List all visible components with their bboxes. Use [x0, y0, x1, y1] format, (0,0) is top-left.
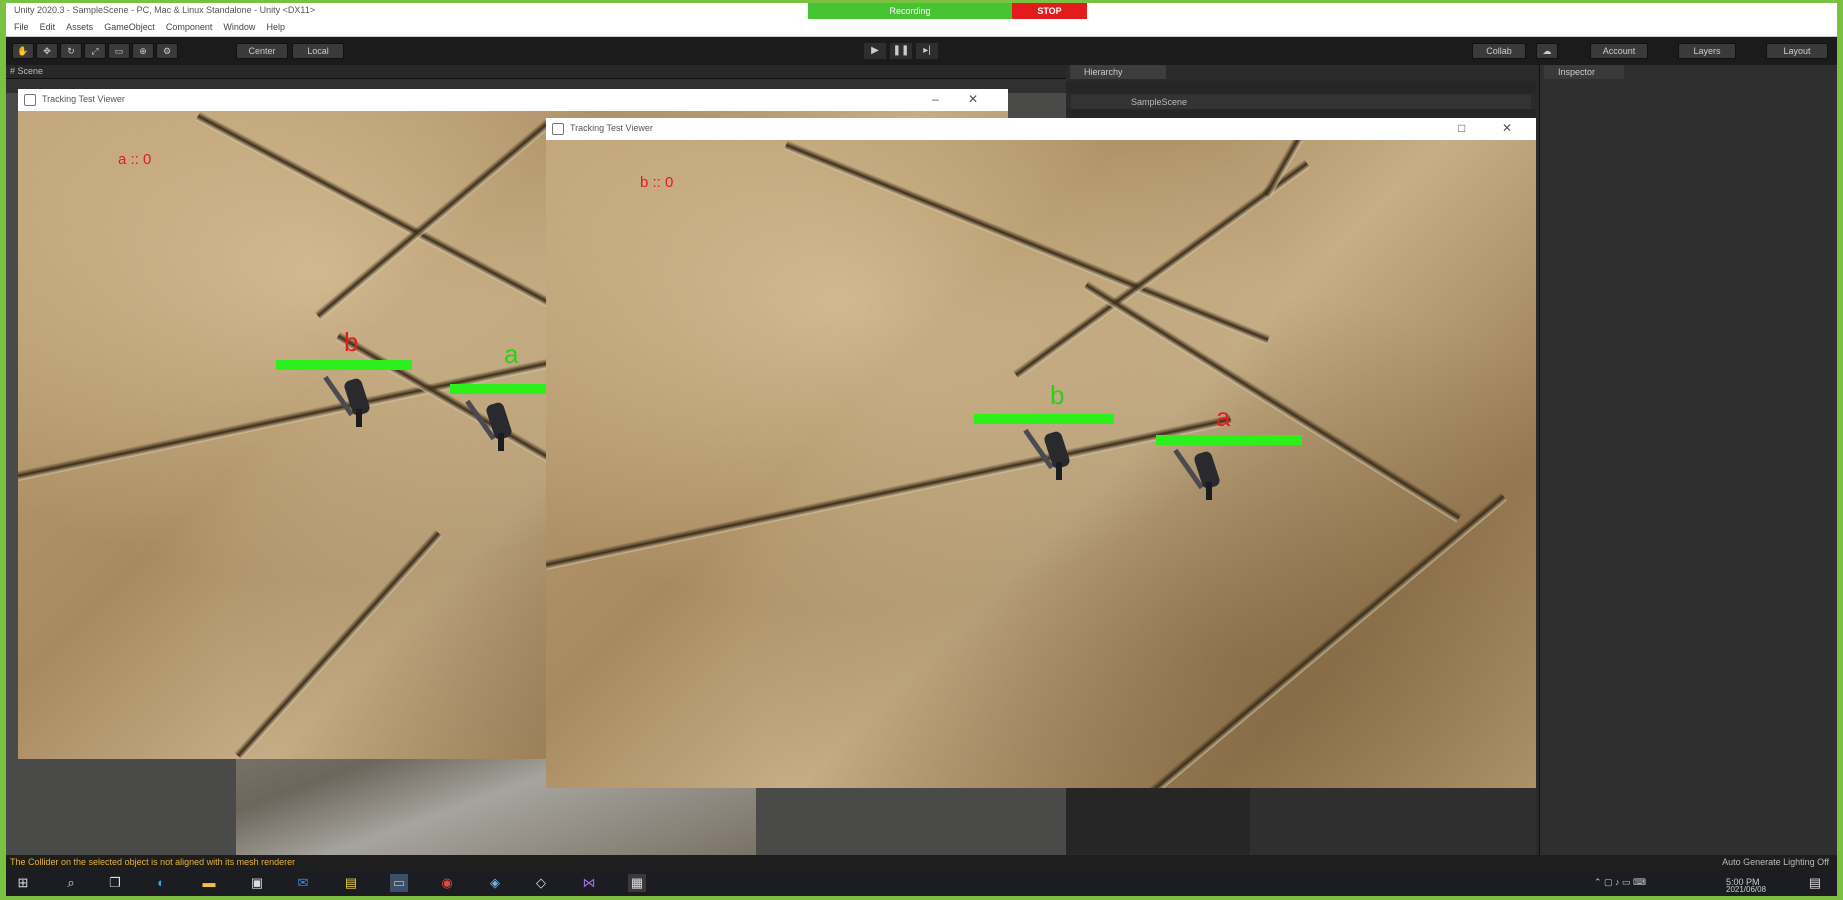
tray-icons[interactable]: ⌃ ▢ ♪ ▭ ⌨	[1594, 877, 1646, 888]
sticky-notes-icon[interactable]: ▤	[342, 874, 360, 892]
explorer-icon[interactable]: ◈	[486, 874, 504, 892]
window-left-titlebar: Tracking Test Viewer – ✕	[18, 89, 1008, 111]
stop-recording-button[interactable]: STOP	[1012, 3, 1087, 19]
app-icon[interactable]: ▦	[628, 874, 646, 892]
pause-button[interactable]: ❚❚	[890, 43, 912, 59]
inspector-panel: Inspector	[1539, 65, 1837, 855]
close-button[interactable]: ✕	[968, 92, 978, 106]
hierarchy-header: Hierarchy	[1066, 65, 1536, 79]
menu-window[interactable]: Window	[223, 22, 255, 32]
rotate-tool-button[interactable]: ↻	[60, 43, 82, 59]
window-left-title: Tracking Test Viewer	[42, 94, 125, 104]
menu-edit[interactable]: Edit	[40, 22, 56, 32]
debug-text: a :: 0	[118, 151, 152, 168]
hierarchy-search[interactable]	[1066, 81, 1536, 93]
app-icon	[552, 123, 564, 135]
game-window-right[interactable]: Tracking Test Viewer □ ✕ b :: 0 b a	[546, 118, 1536, 788]
visual-studio-icon[interactable]: ⋈	[580, 874, 598, 892]
stone-crack	[234, 529, 443, 759]
custom-tool-button[interactable]: ⚙	[156, 43, 178, 59]
app-frame: Unity 2020.3 - SampleScene - PC, Mac & L…	[6, 3, 1837, 896]
unit-label-b: b	[1050, 380, 1065, 410]
unity-icon[interactable]: ◇	[532, 874, 550, 892]
task-view-icon[interactable]: ❐	[106, 874, 124, 892]
menu-component[interactable]: Component	[166, 22, 213, 32]
hierarchy-tab[interactable]: Hierarchy	[1070, 65, 1166, 79]
search-icon[interactable]: ⌕	[62, 874, 80, 892]
step-button[interactable]: ▸|	[916, 43, 938, 59]
mail-icon[interactable]: ✉	[294, 874, 312, 892]
recording-indicator[interactable]: Recording	[808, 3, 1012, 19]
pivot-local-toggle[interactable]: Local	[292, 43, 344, 59]
window-right-titlebar: Tracking Test Viewer □ ✕	[546, 118, 1536, 140]
stone-crack	[546, 414, 1232, 570]
character-a[interactable]	[465, 397, 518, 457]
health-bar-a	[450, 384, 560, 394]
lighting-status: Auto Generate Lighting Off	[1722, 857, 1829, 867]
scene-tab[interactable]: # Scene	[10, 66, 43, 76]
character-a[interactable]	[1173, 446, 1226, 506]
scale-tool-button[interactable]: ⤢	[84, 43, 106, 59]
menu-bar: File Edit Assets GameObject Component Wi…	[6, 19, 1837, 37]
character-b[interactable]	[1023, 426, 1076, 486]
notification-icon[interactable]: ▤	[1806, 874, 1824, 892]
account-dropdown[interactable]: Account	[1590, 43, 1648, 59]
stone-crack	[1261, 140, 1391, 198]
maximize-button[interactable]: □	[1458, 121, 1465, 135]
menu-gameobject[interactable]: GameObject	[104, 22, 155, 32]
windows-start-icon[interactable]: ⊞	[14, 874, 32, 892]
inspector-tab[interactable]: Inspector	[1544, 65, 1624, 79]
project-panel-area	[1250, 785, 1536, 855]
game-viewport-right[interactable]: b :: 0 b a	[546, 140, 1536, 788]
health-bar-a	[1156, 435, 1302, 445]
close-button[interactable]: ✕	[1502, 121, 1512, 135]
window-right-title: Tracking Test Viewer	[570, 123, 653, 133]
store-icon[interactable]: ▣	[248, 874, 266, 892]
debug-text: b :: 0	[640, 174, 674, 191]
status-bar: The Collider on the selected object is n…	[6, 855, 1837, 870]
minimize-button[interactable]: –	[932, 92, 939, 106]
clock-date: 2021/06/08	[1726, 885, 1767, 894]
stone-crack	[1083, 280, 1462, 523]
unit-label-b: b	[344, 327, 359, 357]
menu-file[interactable]: File	[14, 22, 29, 32]
title-bar: Unity 2020.3 - SampleScene - PC, Mac & L…	[6, 3, 1837, 19]
hand-tool-button[interactable]: ✋	[12, 43, 34, 59]
warning-message[interactable]: The Collider on the selected object is n…	[10, 857, 295, 867]
play-button[interactable]: ▶	[864, 43, 886, 59]
move-tool-button[interactable]: ✥	[36, 43, 58, 59]
folder-icon[interactable]: ▭	[390, 874, 408, 892]
layers-dropdown[interactable]: Layers	[1678, 43, 1736, 59]
menu-assets[interactable]: Assets	[66, 22, 93, 32]
health-bar-b	[974, 414, 1114, 424]
transform-tool-button[interactable]: ⊕	[132, 43, 154, 59]
app-icon	[24, 94, 36, 106]
hierarchy-item-scene[interactable]: SampleScene	[1071, 95, 1531, 109]
rect-tool-button[interactable]: ▭	[108, 43, 130, 59]
toolbar: ✋ ✥ ↻ ⤢ ▭ ⊕ ⚙ Center Local ▶ ❚❚ ▸| Colla…	[6, 37, 1837, 65]
layout-dropdown[interactable]: Layout	[1766, 43, 1828, 59]
pivot-center-toggle[interactable]: Center	[236, 43, 288, 59]
stone-crack	[1132, 492, 1507, 788]
health-bar-b	[276, 360, 412, 370]
unit-label-a: a	[504, 339, 519, 369]
file-explorer-icon[interactable]: ▬	[200, 874, 218, 892]
character-b[interactable]	[323, 373, 376, 433]
cloud-icon[interactable]: ☁	[1536, 43, 1558, 59]
collab-button[interactable]: Collab	[1472, 43, 1526, 59]
chrome-icon[interactable]: ◉	[438, 874, 456, 892]
window-title: Unity 2020.3 - SampleScene - PC, Mac & L…	[14, 5, 315, 15]
unit-label-a: a	[1216, 402, 1231, 432]
menu-help[interactable]: Help	[267, 22, 286, 32]
taskbar: ⊞ ⌕ ❐ ◐ ▬ ▣ ✉ ▤ ▭ ◉ ◈ ◇ ⋈ ▦ ⌃ ▢ ♪ ▭ ⌨ 5:…	[6, 870, 1837, 896]
edge-icon[interactable]: ◐	[152, 874, 170, 892]
